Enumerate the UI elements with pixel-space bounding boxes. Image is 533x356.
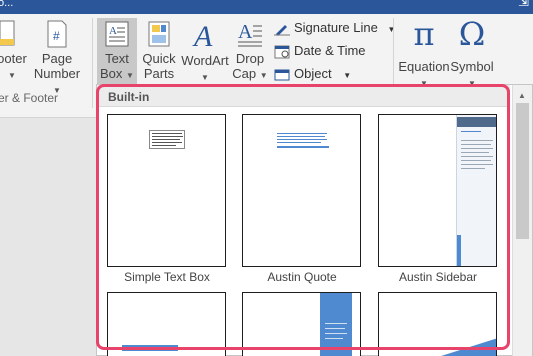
- symbol-label: Symbol: [450, 59, 494, 74]
- svg-text:A: A: [238, 21, 253, 43]
- pin-icon[interactable]: ⇲: [518, 0, 529, 8]
- thumbnail-line: [461, 140, 493, 141]
- thumbnail-line: [461, 168, 485, 169]
- drop-cap-icon: A: [238, 21, 262, 47]
- signature-pen-icon: [274, 24, 290, 36]
- thumbnail-line: [461, 152, 489, 153]
- thumbnail-rule: [277, 146, 329, 148]
- drop-cap-label-1: Drop: [235, 51, 265, 66]
- text-box-label-1: Text: [105, 51, 129, 66]
- drop-cap-label-2: Cap ▼: [231, 66, 269, 83]
- gallery-header: Built-in: [97, 85, 510, 107]
- thumbnail-band: [122, 345, 178, 351]
- quick-parts-label-1: Quick: [142, 51, 176, 66]
- thumbnail-sidebar-header: [457, 117, 496, 127]
- drop-cap-button[interactable]: A Drop Cap ▼: [231, 20, 269, 83]
- gallery-item-label: Austin Quote: [267, 270, 337, 284]
- thumbnail-line: [461, 131, 481, 132]
- text-box-gallery: Built-in ▲ Simple Text Box Austin Quote: [96, 84, 533, 356]
- title-bar: o... ⇲: [0, 0, 533, 14]
- calendar-icon: [274, 45, 290, 59]
- wordart-icon: A: [192, 20, 213, 53]
- footer-icon: [0, 20, 15, 46]
- page-number-label-1: Page: [41, 51, 73, 66]
- text-box-label-2-text: Box: [100, 66, 123, 81]
- gallery-item-austin-sidebar[interactable]: [378, 114, 497, 267]
- page-number-label-2-text: Number: [33, 66, 81, 81]
- group-divider: [92, 18, 93, 108]
- date-time-button[interactable]: Date & Time: [274, 43, 366, 59]
- thumbnail-line: [325, 328, 345, 329]
- drop-cap-label-2-text: Cap: [232, 66, 257, 81]
- omega-icon: Ω: [458, 15, 486, 53]
- svg-text:A: A: [192, 20, 213, 50]
- chevron-down-icon: ▼: [387, 25, 396, 34]
- thumbnail-line: [152, 139, 180, 140]
- chevron-down-icon: ▼: [201, 73, 209, 82]
- date-time-label: Date & Time: [294, 43, 366, 58]
- signature-line-label: Signature Line: [294, 20, 378, 35]
- quick-parts-label-2-text: Parts: [143, 66, 175, 81]
- thumbnail-line: [152, 145, 176, 146]
- thumbnail-line: [277, 133, 327, 134]
- text-box-icon: A: [105, 21, 129, 47]
- gallery-item-label: Austin Sidebar: [398, 270, 478, 284]
- svg-text:#: #: [53, 29, 60, 43]
- thumbnail-line: [325, 323, 347, 324]
- chevron-down-icon: ▼: [259, 71, 268, 80]
- text-box-button[interactable]: A Text Box ▼: [97, 20, 137, 83]
- chevron-down-icon: ▼: [8, 71, 16, 80]
- thumbnail-line: [152, 136, 183, 137]
- footer-label: ooter: [0, 51, 27, 66]
- thumbnail-line: [461, 160, 491, 161]
- gallery-item[interactable]: [107, 292, 226, 356]
- thumbnail-quote: [277, 132, 329, 150]
- thumbnail-line: [325, 338, 343, 339]
- svg-text:A: A: [109, 25, 117, 37]
- gallery-item-austin-quote[interactable]: [242, 114, 361, 267]
- group-label-header-footer: er & Footer: [0, 91, 59, 105]
- thumbnail-line: [325, 333, 347, 334]
- thumbnail-line: [461, 144, 491, 145]
- thumbnail-textbox: [149, 130, 185, 149]
- thumbnail-sidebar: [320, 293, 352, 356]
- scroll-thumb[interactable]: [516, 103, 529, 239]
- window-title: o...: [0, 0, 14, 9]
- thumbnail-line: [461, 148, 493, 149]
- thumbnail-line: [277, 142, 321, 143]
- wordart-button[interactable]: A WordArt ▼: [180, 20, 230, 85]
- thumbnail-line: [277, 136, 325, 137]
- object-icon: [274, 69, 290, 81]
- object-label: Object: [294, 66, 332, 81]
- equation-button[interactable]: π Equation ▼: [398, 16, 450, 91]
- thumbnail-line: [461, 164, 493, 165]
- gallery-item-label: Simple Text Box: [124, 270, 210, 284]
- document-area: [0, 118, 96, 356]
- object-button[interactable]: Object ▼: [274, 66, 351, 82]
- text-box-label-2: Box ▼: [97, 66, 137, 83]
- thumbnail-line: [277, 139, 327, 140]
- thumbnail-line: [152, 142, 182, 143]
- thumbnail-line: [461, 156, 493, 157]
- wordart-label: WordArt: [181, 53, 229, 68]
- gallery-item[interactable]: [242, 292, 361, 356]
- chevron-down-icon: ▼: [343, 71, 352, 80]
- gallery-item[interactable]: [378, 292, 497, 356]
- quick-parts-icon: [148, 21, 170, 47]
- footer-button[interactable]: ooter ▼: [0, 20, 30, 83]
- signature-line-button[interactable]: Signature Line ▼: [274, 20, 395, 36]
- page-number-button[interactable]: # Page Number ▼: [32, 20, 82, 98]
- thumbnail-sidebar-bar: [457, 235, 461, 266]
- symbol-button[interactable]: Ω Symbol ▼: [450, 16, 494, 91]
- gallery-scrollbar[interactable]: ▲: [512, 85, 532, 356]
- equation-label: Equation: [398, 59, 450, 74]
- thumbnail-wave: [441, 338, 496, 356]
- page-number-icon: #: [47, 20, 67, 48]
- thumbnail-sidebar: [456, 115, 496, 266]
- scroll-up-icon[interactable]: ▲: [518, 91, 526, 100]
- gallery-item-simple-text-box[interactable]: [107, 114, 226, 267]
- pi-icon: π: [413, 15, 435, 53]
- thumbnail-line: [152, 133, 182, 134]
- chevron-down-icon: ▼: [126, 71, 134, 80]
